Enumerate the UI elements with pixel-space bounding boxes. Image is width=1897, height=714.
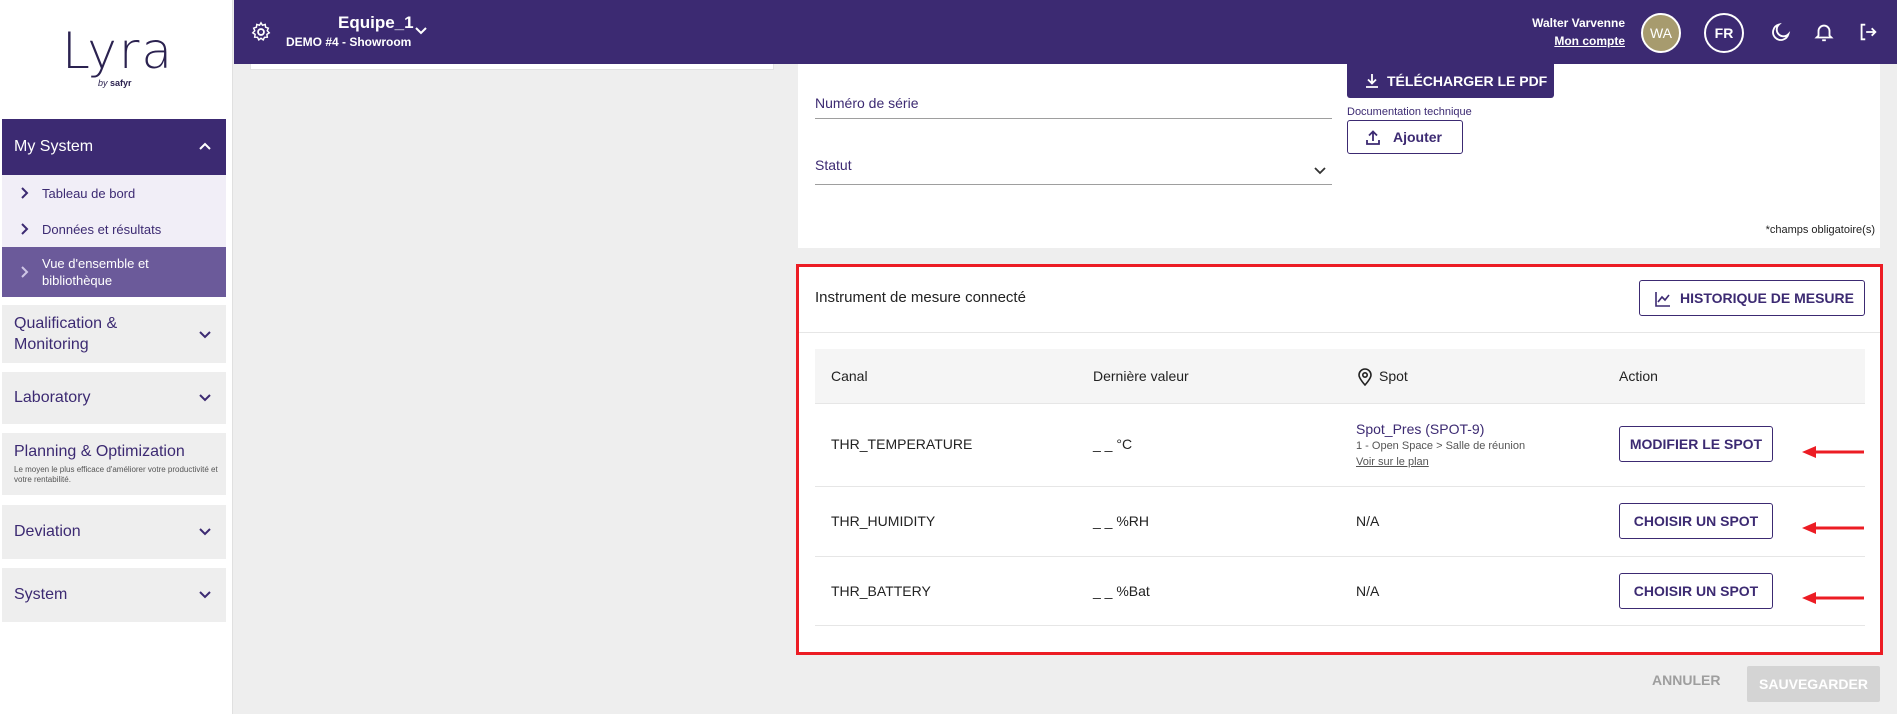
sidebar-group-label: Laboratory (14, 389, 91, 406)
required-fields-note: *champs obligatoire(s) (1765, 224, 1875, 236)
sidebar-group-planning[interactable]: Planning & Optimization Le moyen le plus… (2, 433, 226, 495)
logo-byline: by safyr (98, 78, 132, 88)
cancel-button[interactable]: ANNULER (1652, 672, 1720, 688)
sidebar-group-label: Planning & Optimization (14, 443, 185, 460)
sidebar-item-label: Vue d'ensemble et bibliothèque (42, 256, 149, 288)
sidebar-item-label: Tableau de bord (42, 185, 136, 201)
chevron-right-icon (21, 266, 29, 278)
avatar[interactable]: WA (1641, 13, 1681, 53)
serial-number-label[interactable]: Numéro de série (815, 95, 919, 111)
save-button[interactable]: SAUVEGARDER (1747, 666, 1880, 702)
user-name: Walter Varvenne (1532, 16, 1625, 30)
sidebar-group-system[interactable]: System (2, 568, 226, 622)
site-subtitle: DEMO #4 - Showroom (286, 35, 412, 49)
chevron-right-icon (21, 223, 29, 235)
chevron-up-icon (199, 142, 211, 150)
bell-icon[interactable] (1813, 21, 1835, 43)
sidebar-item-dashboard[interactable]: Tableau de bord (2, 175, 226, 211)
download-pdf-button[interactable]: TÉLÉCHARGER LE PDF (1347, 64, 1554, 98)
sidebar-item-overview-library[interactable]: Vue d'ensemble et bibliothèque (2, 247, 226, 297)
sidebar-group-label: Qualification & Monitoring (14, 315, 118, 353)
chevron-down-icon (199, 528, 211, 536)
chevron-down-icon[interactable] (1313, 164, 1327, 178)
chevron-down-icon (199, 331, 211, 339)
equipment-form-card (798, 64, 1880, 248)
left-card (250, 64, 774, 70)
team-title: Equipe_1 (338, 13, 414, 32)
sidebar-group-laboratory[interactable]: Laboratory (2, 372, 226, 424)
sidebar-group-qualification[interactable]: Qualification & Monitoring (2, 305, 226, 363)
chevron-down-icon (199, 591, 211, 599)
add-document-label: Ajouter (1393, 129, 1442, 145)
logout-icon[interactable] (1857, 21, 1879, 43)
chevron-right-icon (21, 187, 29, 199)
lyra-logo[interactable]: Lyra by safyr (62, 26, 172, 92)
sidebar-section-my-system[interactable]: My System (2, 119, 226, 175)
highlight-frame-annotation (796, 264, 1883, 655)
gear-icon[interactable] (250, 21, 272, 43)
sidebar-group-label: System (14, 586, 68, 603)
status-label[interactable]: Statut (815, 157, 852, 173)
download-pdf-label: TÉLÉCHARGER LE PDF (1387, 73, 1548, 89)
moon-icon[interactable] (1770, 21, 1792, 43)
add-document-button[interactable]: Ajouter (1347, 120, 1463, 154)
serial-number-underline (815, 118, 1332, 119)
download-icon (1366, 74, 1378, 88)
sidebar-item-data-results[interactable]: Données et résultats (2, 211, 226, 247)
sidebar-item-label: Données et résultats (42, 221, 162, 237)
technical-doc-label: Documentation technique (1347, 106, 1472, 118)
chevron-down-icon (199, 394, 211, 402)
sidebar-group-deviation[interactable]: Deviation (2, 505, 226, 559)
sidebar-section-label: My System (14, 138, 94, 155)
status-underline (815, 184, 1332, 185)
sidebar-group-label: Deviation (14, 523, 81, 540)
my-account-link[interactable]: Mon compte (1554, 34, 1625, 48)
language-button[interactable]: FR (1704, 13, 1744, 53)
logo-text: Lyra (62, 22, 175, 80)
sidebar-group-description: Le moyen le plus efficace d'améliorer vo… (14, 465, 218, 484)
chevron-down-icon[interactable] (414, 24, 428, 38)
upload-icon (1366, 130, 1380, 145)
sidebar: Lyra by safyr My System Tableau de bord … (0, 0, 233, 714)
